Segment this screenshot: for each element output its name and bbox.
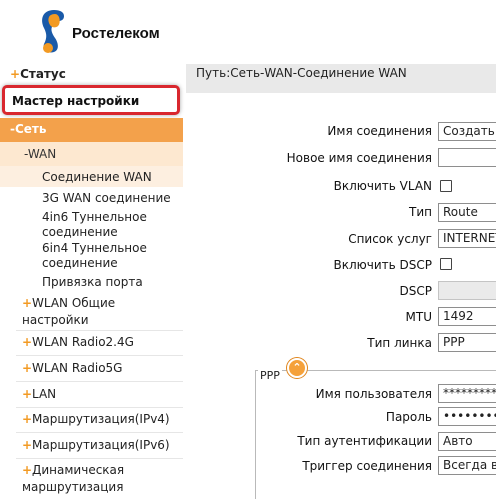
ppp-title: PPP [258, 369, 282, 382]
plus-icon: + [22, 438, 33, 452]
brand-name: Ростелеком [72, 25, 160, 42]
sidebar-item-wlan-5[interactable]: + WLAN Radio5G [0, 359, 183, 379]
plus-icon: + [10, 67, 21, 81]
sidebar-item-wlan-24[interactable]: + WLAN Radio2.4G [0, 333, 183, 353]
sidebar-item-routing-ipv4[interactable]: + Маршрутизация(IPv4) [0, 410, 183, 430]
plus-icon: + [22, 412, 33, 426]
sidebar-item-routing-ipv6[interactable]: + Маршрутизация(IPv6) [0, 436, 183, 456]
sidebar-item-4in6[interactable]: 4in6 Туннельное соединение [0, 208, 183, 242]
plus-icon: + [22, 463, 33, 477]
link-type-select[interactable]: PPP [438, 333, 496, 352]
connection-name-select[interactable]: Создать [438, 122, 496, 141]
mtu-input[interactable]: 1492 [438, 307, 496, 326]
sidebar-item-network[interactable]: -Сеть [0, 118, 183, 142]
auth-type-label: Тип аутентификации [297, 434, 432, 448]
auth-type-select[interactable]: Авто [438, 432, 496, 451]
sidebar-item-wan[interactable]: -WAN [0, 142, 183, 166]
enable-vlan-checkbox[interactable] [440, 180, 452, 192]
rostelecom-logo-icon [42, 10, 64, 53]
sidebar-item-wizard[interactable]: Мастер настройки [0, 85, 183, 115]
sidebar-item-3g-wan[interactable]: 3G WAN соединение [0, 189, 183, 207]
type-label: Тип [409, 205, 432, 219]
enable-vlan-label: Включить VLAN [333, 179, 432, 193]
sidebar-item-port-binding[interactable]: Привязка порта [0, 273, 183, 291]
divider [16, 432, 183, 433]
sidebar-item-lan[interactable]: + LAN [0, 385, 183, 405]
password-input[interactable]: •••••••••• [438, 407, 496, 426]
dscp-label: DSCP [399, 284, 432, 298]
sidebar-item-status[interactable]: +Статус [0, 67, 183, 85]
divider [16, 330, 183, 331]
enable-dscp-checkbox[interactable] [440, 258, 452, 270]
link-type-label: Тип линка [367, 336, 432, 350]
plus-icon: + [22, 296, 33, 310]
connection-trigger-select[interactable]: Всегда вкл [438, 456, 496, 475]
dscp-input[interactable] [438, 281, 496, 300]
username-input[interactable]: ********** [438, 384, 496, 403]
connection-name-label: Имя соединения [327, 124, 432, 138]
service-list-label: Список услуг [348, 232, 432, 246]
divider [16, 381, 183, 382]
plus-icon: + [22, 387, 33, 401]
sidebar-item-dynamic-routing[interactable]: + Динамическая маршрутизация [0, 461, 183, 497]
plus-icon: + [22, 361, 33, 375]
connection-trigger-label: Триггер соединения [302, 459, 432, 473]
divider [16, 355, 183, 356]
sidebar-item-6in4[interactable]: 6in4 Туннельное соединение [0, 239, 183, 273]
divider [16, 407, 183, 408]
username-label: Имя пользователя [315, 387, 432, 401]
password-label: Пароль [385, 410, 432, 424]
chevron-up-icon: ⌃ [292, 361, 302, 374]
header: Ростелеком [0, 0, 496, 64]
new-connection-name-input[interactable] [438, 148, 496, 167]
service-list-select[interactable]: INTERNET [438, 229, 496, 248]
collapse-toggle-button[interactable]: ⌃ [287, 358, 307, 378]
sidebar-item-wlan-general[interactable]: + WLAN Общие настройки [0, 294, 183, 328]
divider [16, 458, 183, 459]
plus-icon: + [22, 335, 33, 349]
breadcrumb: Путь:Сеть-WAN-Соединение WAN [196, 66, 407, 80]
type-select[interactable]: Route [438, 203, 496, 222]
enable-dscp-label: Включить DSCP [333, 258, 433, 272]
mtu-label: MTU [405, 310, 432, 324]
new-connection-name-label: Новое имя соединения [286, 151, 432, 165]
sidebar-item-wan-connection[interactable]: Соединение WAN [0, 166, 183, 187]
